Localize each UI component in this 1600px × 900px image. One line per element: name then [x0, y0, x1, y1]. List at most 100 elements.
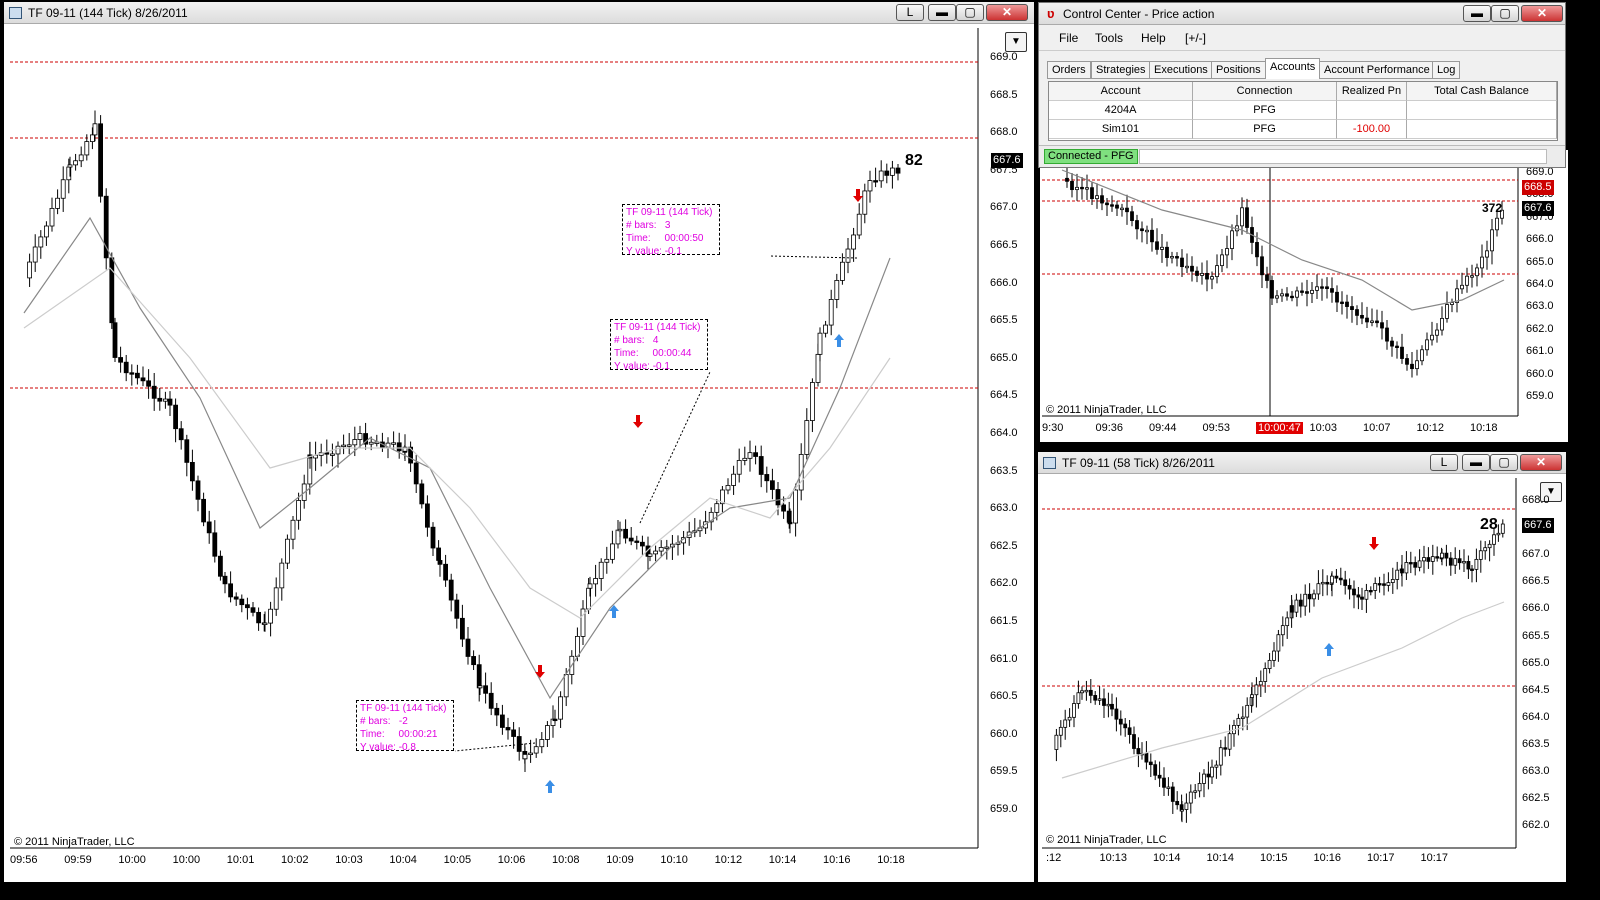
- row1-connection[interactable]: PFG: [1193, 101, 1337, 120]
- tab-strategies[interactable]: Strategies: [1091, 61, 1151, 79]
- tab-accounts[interactable]: Accounts: [1265, 58, 1321, 79]
- mid-candle-body: [1355, 309, 1359, 316]
- ninjatrader-logo-icon: ʋ: [1047, 6, 1055, 21]
- annotation-1-line2: # bars: 3: [626, 220, 671, 231]
- main-candle-body: [558, 696, 563, 720]
- main-candle-body: [268, 608, 274, 624]
- mid-candle-body: [1465, 275, 1469, 286]
- main-price-chart[interactable]: ▼ 669.0 668.5 668.0 667.5 667.0 666.5 666.0 665…: [10, 28, 1028, 880]
- mid-candle-body: [1160, 246, 1164, 250]
- menu-tools[interactable]: Tools: [1095, 31, 1123, 45]
- mid-candle-body: [1390, 340, 1394, 347]
- tick58-candle-body: [1356, 594, 1361, 598]
- main-candle-body: [212, 532, 218, 557]
- tick58-maximize-button[interactable]: ▢: [1490, 454, 1518, 471]
- menu-file[interactable]: File: [1059, 31, 1078, 45]
- cc-minimize-button[interactable]: ▬: [1463, 5, 1491, 22]
- tick58-x-axis-tick: 10:17: [1420, 852, 1449, 864]
- main-candle-body: [653, 550, 658, 555]
- tick58-title-bar[interactable]: TF 09-11 (58 Tick) 8/26/2011 L ▬ ▢ ✕: [1038, 452, 1566, 474]
- main-candle-body: [112, 322, 118, 358]
- tick58-candle-body: [1102, 698, 1106, 706]
- mid-candle-body: [1410, 363, 1414, 370]
- tick58-candle-body: [1218, 747, 1223, 766]
- tick58-chart-svg[interactable]: [1042, 478, 1566, 882]
- tick58-candle-body: [1240, 716, 1245, 719]
- main-candle-body: [329, 453, 335, 456]
- chart-dropdown-icon[interactable]: ▼: [1005, 32, 1027, 52]
- main-y-axis-tick: 660.5: [990, 690, 1018, 703]
- row1-account[interactable]: 4204A: [1049, 101, 1193, 120]
- main-candle-body: [494, 707, 500, 716]
- main-candle-body: [731, 473, 736, 486]
- main-y-axis-tick: 664.0: [990, 427, 1018, 439]
- col-header-account[interactable]: Account: [1049, 82, 1193, 101]
- col-header-realized[interactable]: Realized Pn: [1337, 82, 1407, 101]
- col-header-connection[interactable]: Connection: [1193, 82, 1337, 101]
- tick58-x-axis-tick: 10:14: [1153, 852, 1181, 864]
- row1-cash[interactable]: [1407, 101, 1557, 120]
- main-candle-body: [483, 685, 489, 694]
- tick58-candle-body: [1373, 583, 1378, 591]
- tick58-candle-body: [1417, 560, 1422, 568]
- cc-close-button[interactable]: ✕: [1521, 5, 1563, 22]
- main-y-axis-tick: 667.0: [990, 201, 1018, 214]
- mid-candle-body: [1205, 272, 1209, 280]
- secondary-high-price-marker: 668.5: [1522, 180, 1554, 195]
- tab-account-performance[interactable]: Account Performance: [1319, 61, 1435, 79]
- row2-account[interactable]: Sim101: [1049, 120, 1193, 139]
- tick58-y-axis-tick: 666.0: [1522, 602, 1550, 615]
- main-candle-body: [178, 428, 184, 441]
- row2-cash[interactable]: [1407, 120, 1557, 139]
- tab-executions[interactable]: Executions: [1149, 61, 1213, 79]
- tick58-close-button[interactable]: ✕: [1520, 454, 1562, 471]
- link-button[interactable]: L: [896, 4, 924, 21]
- tick58-link-button[interactable]: L: [1430, 454, 1458, 471]
- tab-positions[interactable]: Positions: [1211, 61, 1266, 79]
- tick58-candle-body: [1377, 583, 1382, 586]
- sell-signal-arrow-icon: [633, 415, 643, 428]
- tick58-candle-body: [1157, 774, 1162, 779]
- main-candle-body: [162, 398, 168, 402]
- main-candle-body: [575, 636, 580, 657]
- secondary-price-chart[interactable]: 669.0668.0667.0666.0665.0664.0663.0662.0…: [1042, 150, 1568, 442]
- menu-help[interactable]: Help: [1141, 31, 1166, 45]
- row2-connection[interactable]: PFG: [1193, 120, 1337, 139]
- tick58-buy-signal-arrow-icon: [1324, 643, 1334, 656]
- main-chart-svg[interactable]: [10, 28, 1028, 880]
- tick58-candle-body: [1440, 552, 1444, 559]
- main-candle-body: [67, 164, 73, 168]
- minimize-button[interactable]: ▬: [928, 4, 956, 21]
- main-y-axis-tick: 659.0: [990, 803, 1018, 815]
- maximize-button[interactable]: ▢: [956, 4, 984, 21]
- menu-expand[interactable]: [+/-]: [1185, 31, 1206, 45]
- tick58-price-chart[interactable]: ▼ 668.0667.5667.0666.5666.0665.5665.0664…: [1042, 478, 1566, 882]
- tab-orders[interactable]: Orders: [1047, 61, 1091, 79]
- main-candle-body: [742, 457, 748, 461]
- control-center-title-bar[interactable]: ʋ Control Center - Price action ▬ ▢ ✕: [1039, 3, 1565, 25]
- tick58-candle-body: [1097, 698, 1102, 701]
- main-title-bar[interactable]: TF 09-11 (144 Tick) 8/26/2011 L ▬ ▢ ✕: [4, 2, 1034, 24]
- main-candle-body: [98, 123, 103, 197]
- main-candle-body: [587, 583, 593, 589]
- close-button[interactable]: ✕: [986, 4, 1028, 21]
- cc-maximize-button[interactable]: ▢: [1491, 5, 1519, 22]
- main-candle-body: [815, 353, 821, 383]
- mid-candle-body: [1260, 256, 1264, 276]
- row2-realized[interactable]: -100.00: [1337, 120, 1407, 139]
- mid-candle-body: [1270, 280, 1274, 299]
- secondary-chart-svg[interactable]: [1042, 150, 1568, 442]
- col-header-cash-balance[interactable]: Total Cash Balance: [1407, 82, 1557, 101]
- tab-log[interactable]: Log: [1432, 61, 1461, 79]
- main-y-axis-tick: 661.5: [990, 615, 1018, 627]
- row1-realized[interactable]: [1337, 101, 1407, 120]
- tick58-candle-body: [1290, 605, 1294, 613]
- mid-candle-body: [1170, 256, 1174, 259]
- mid-candle-body: [1300, 290, 1304, 293]
- tick58-candle-body: [1466, 561, 1471, 570]
- secondary-last-price-marker: 667.6: [1522, 201, 1554, 216]
- tick58-candle-body: [1058, 726, 1063, 736]
- tick58-minimize-button[interactable]: ▬: [1462, 454, 1490, 471]
- main-x-axis-tick: 10:12: [714, 854, 743, 866]
- tick58-copyright-label: © 2011 NinjaTrader, LLC: [1046, 834, 1167, 846]
